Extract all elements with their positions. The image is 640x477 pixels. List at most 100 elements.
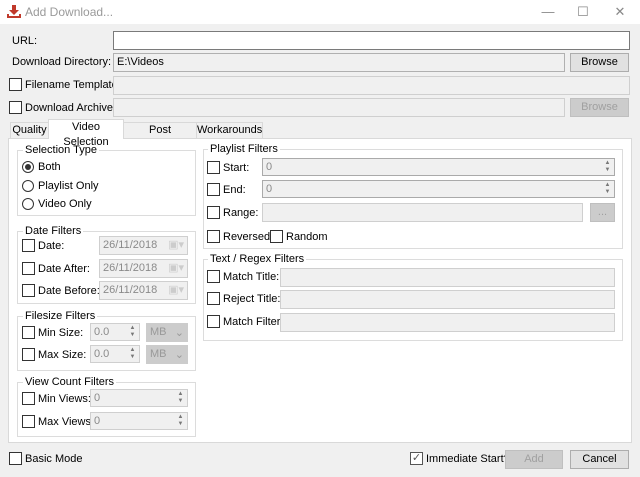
- minimize-button[interactable]: —: [533, 2, 563, 22]
- spinner-arrows-icon[interactable]: ▲ ▼: [127, 347, 138, 362]
- regex-filters-title: Text / Regex Filters: [208, 253, 307, 265]
- radio-video-label: Video Only: [38, 198, 92, 210]
- radio-video-only[interactable]: [22, 198, 34, 210]
- date-checkbox[interactable]: [22, 239, 35, 252]
- filename-template-checkbox[interactable]: [9, 78, 22, 91]
- date-before-checkbox[interactable]: [22, 284, 35, 297]
- min-size-checkbox[interactable]: [22, 326, 35, 339]
- radio-playlist-label: Playlist Only: [38, 180, 99, 192]
- tab-post-processing[interactable]: Post Processing: [123, 122, 197, 151]
- min-size-unit-select[interactable]: MB ⌄: [146, 323, 188, 342]
- immediate-start-checkbox[interactable]: ✓: [410, 452, 423, 465]
- spinner-arrows-icon[interactable]: ▲ ▼: [602, 160, 613, 175]
- reversed-checkbox[interactable]: [207, 230, 220, 243]
- max-views-spinner[interactable]: 0 ▲ ▼: [90, 412, 188, 430]
- start-checkbox[interactable]: [207, 161, 220, 174]
- spinner-arrows-icon[interactable]: ▲ ▼: [175, 414, 186, 429]
- view-count-title: View Count Filters: [23, 376, 117, 388]
- end-checkbox[interactable]: [207, 183, 220, 196]
- range-label: Range:: [223, 207, 259, 219]
- date-before-label: Date Before:: [38, 285, 100, 297]
- end-value: 0: [266, 183, 273, 195]
- tab-video-selection[interactable]: Video Selection: [48, 119, 124, 148]
- archive-label: Download Archive:: [25, 102, 117, 114]
- start-value: 0: [266, 161, 273, 173]
- max-size-label: Max Size:: [38, 349, 87, 361]
- date-before-picker[interactable]: 26/11/2018 ▣▾: [99, 281, 188, 300]
- date-before-value: 26/11/2018: [103, 284, 158, 296]
- max-size-spinner[interactable]: 0.0 ▲ ▼: [90, 345, 140, 363]
- random-checkbox[interactable]: [270, 230, 283, 243]
- date-label: Date:: [38, 240, 65, 252]
- min-size-unit: MB: [150, 326, 167, 338]
- chevron-down-icon: ⌄: [174, 327, 184, 339]
- chevron-down-icon: ⌄: [174, 349, 184, 361]
- template-input[interactable]: [113, 76, 630, 95]
- start-label: Start:: [223, 162, 250, 174]
- download-archive-checkbox[interactable]: [9, 101, 22, 114]
- title-bar: Add Download... — ☐ ✕: [0, 0, 640, 24]
- download-icon: [7, 5, 21, 18]
- playlist-filters-title: Playlist Filters: [208, 143, 280, 155]
- match-filter-checkbox[interactable]: [207, 315, 220, 328]
- calendar-icon: ▣▾: [168, 284, 184, 296]
- filesize-filters-title: Filesize Filters: [23, 310, 98, 322]
- match-filter-label: Match Filter:: [223, 316, 284, 328]
- tab-workarounds[interactable]: Workarounds: [196, 122, 263, 139]
- url-label: URL:: [12, 35, 38, 47]
- close-button[interactable]: ✕: [605, 2, 635, 22]
- calendar-icon: ▣▾: [168, 239, 184, 251]
- min-views-label: Min Views:: [38, 393, 91, 405]
- max-views-checkbox[interactable]: [22, 415, 35, 428]
- match-title-input[interactable]: [280, 268, 615, 287]
- dir-label: Download Directory:: [12, 56, 112, 68]
- directory-input[interactable]: E:\Videos: [113, 53, 565, 72]
- min-views-spinner[interactable]: 0 ▲ ▼: [90, 389, 188, 407]
- basic-mode-checkbox[interactable]: [9, 452, 22, 465]
- cancel-button[interactable]: Cancel: [570, 450, 629, 469]
- add-button[interactable]: Add: [505, 450, 563, 469]
- max-size-checkbox[interactable]: [22, 348, 35, 361]
- range-button[interactable]: ...: [590, 203, 615, 222]
- min-views-checkbox[interactable]: [22, 392, 35, 405]
- min-size-spinner[interactable]: 0.0 ▲ ▼: [90, 323, 140, 341]
- calendar-icon: ▣▾: [168, 262, 184, 274]
- date-after-picker[interactable]: 26/11/2018 ▣▾: [99, 259, 188, 278]
- date-after-value: 26/11/2018: [103, 262, 158, 274]
- range-input[interactable]: [262, 203, 583, 222]
- window-title: Add Download...: [25, 5, 114, 19]
- max-size-unit-select[interactable]: MB ⌄: [146, 345, 188, 364]
- browse-archive-button[interactable]: Browse: [570, 98, 629, 117]
- basic-mode-label: Basic Mode: [25, 453, 83, 465]
- date-filters-title: Date Filters: [23, 225, 84, 237]
- end-label: End:: [223, 184, 246, 196]
- max-views-value: 0: [94, 415, 101, 427]
- browse-directory-button[interactable]: Browse: [570, 53, 629, 72]
- radio-playlist-only[interactable]: [22, 180, 34, 192]
- start-spinner[interactable]: 0 ▲ ▼: [262, 158, 615, 176]
- reject-title-label: Reject Title:: [223, 293, 281, 305]
- date-picker[interactable]: 26/11/2018 ▣▾: [99, 236, 188, 255]
- date-value: 26/11/2018: [103, 239, 158, 251]
- max-views-label: Max Views:: [38, 416, 95, 428]
- date-after-label: Date After:: [38, 263, 90, 275]
- tab-quality[interactable]: Quality: [10, 122, 49, 139]
- immediate-start-label: Immediate Start?: [426, 453, 510, 465]
- spinner-arrows-icon[interactable]: ▲ ▼: [602, 182, 613, 197]
- reject-title-checkbox[interactable]: [207, 292, 220, 305]
- spinner-arrows-icon[interactable]: ▲ ▼: [127, 325, 138, 340]
- end-spinner[interactable]: 0 ▲ ▼: [262, 180, 615, 198]
- range-checkbox[interactable]: [207, 206, 220, 219]
- archive-input[interactable]: [113, 98, 565, 117]
- date-after-checkbox[interactable]: [22, 262, 35, 275]
- match-filter-input[interactable]: [280, 313, 615, 332]
- reject-title-input[interactable]: [280, 290, 615, 309]
- template-label: Filename Template:: [25, 79, 121, 91]
- match-title-label: Match Title:: [223, 271, 280, 283]
- random-label: Random: [286, 231, 328, 243]
- radio-both[interactable]: [22, 161, 34, 173]
- spinner-arrows-icon[interactable]: ▲ ▼: [175, 391, 186, 406]
- url-input[interactable]: [113, 31, 630, 50]
- maximize-button[interactable]: ☐: [568, 2, 598, 22]
- match-title-checkbox[interactable]: [207, 270, 220, 283]
